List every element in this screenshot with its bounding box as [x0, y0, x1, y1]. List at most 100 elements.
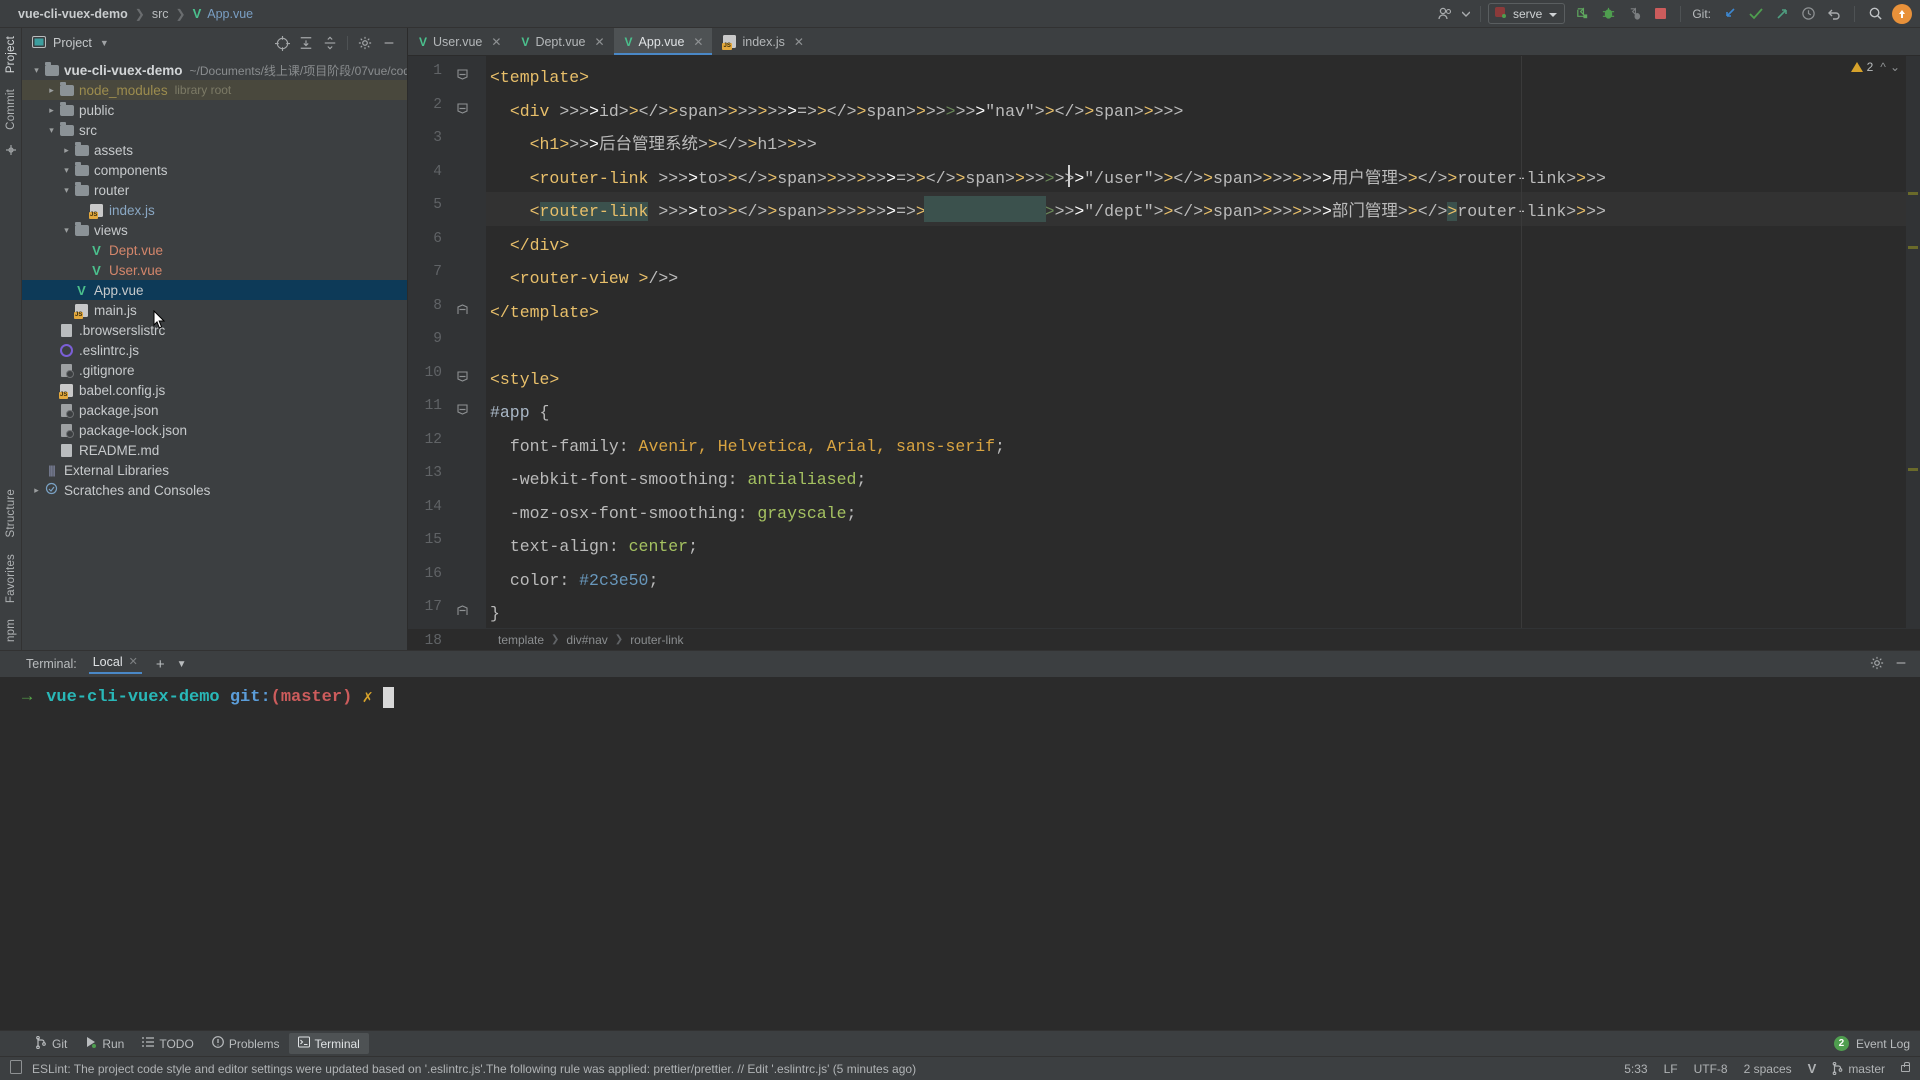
stripe-warning-mark[interactable]: [1908, 192, 1918, 195]
tree-item--eslintrc-js[interactable]: ▸.eslintrc.js: [22, 340, 407, 360]
tree-arrow-expanded[interactable]: ▾: [30, 65, 43, 76]
gear-icon[interactable]: [1870, 656, 1884, 673]
editor-breadcrumb-item[interactable]: router-link: [630, 633, 683, 647]
stripe-warning-mark[interactable]: [1908, 468, 1918, 471]
tool-window-button-run[interactable]: Run: [76, 1033, 133, 1054]
sidebar-tab-project[interactable]: Project: [2, 28, 20, 81]
tree-arrow-collapsed[interactable]: ▸: [60, 145, 73, 156]
git-history-icon[interactable]: [1795, 3, 1821, 25]
tree-item-app-vue[interactable]: ▸VApp.vue: [22, 280, 407, 300]
sidebar-tab-commit[interactable]: Commit: [2, 81, 20, 138]
tree-item-babel-config-js[interactable]: ▸babel.config.js: [22, 380, 407, 400]
tree-arrow-collapsed[interactable]: ▸: [45, 105, 58, 116]
breadcrumb-file[interactable]: App.vue: [207, 7, 253, 21]
scroll-from-source-icon[interactable]: [270, 32, 294, 54]
chevron-up-icon[interactable]: ^: [1880, 60, 1886, 74]
hide-panel-icon[interactable]: [377, 32, 401, 54]
editor-breadcrumb-item[interactable]: div#nav: [566, 633, 607, 647]
error-stripe[interactable]: [1906, 56, 1920, 628]
code-fold-toggle[interactable]: [457, 604, 468, 615]
collapse-all-icon[interactable]: [318, 32, 342, 54]
lock-icon[interactable]: [1901, 1062, 1910, 1072]
tool-window-bar[interactable]: Git Run TODO Problems Terminal 2 Event Log: [0, 1030, 1920, 1056]
editor-gutter[interactable]: 1 2 3 4 5 6 7 8 9 10 11 12 13 14 15 16 17 18: [408, 56, 486, 649]
tree-item-dept-vue[interactable]: ▸VDept.vue: [22, 240, 407, 260]
tree-item-scratches-and-consoles[interactable]: ▸ Scratches and Consoles: [22, 480, 407, 500]
editor-tab-user-vue[interactable]: V User.vue ✕: [408, 28, 510, 55]
chevron-down-icon[interactable]: ▼: [177, 659, 187, 670]
tool-window-button-todo[interactable]: TODO: [133, 1033, 202, 1054]
tree-item-vue-cli-vuex-demo[interactable]: ▾ vue-cli-vuex-demo ~/Documents/线上课/项目阶段/0…: [22, 60, 407, 80]
inspection-warning-badge[interactable]: 2 ^ ⌄: [1850, 60, 1900, 74]
tree-item-package-json[interactable]: ▸package.json: [22, 400, 407, 420]
tree-arrow-collapsed[interactable]: ▸: [30, 485, 43, 496]
tree-arrow-collapsed[interactable]: ▸: [45, 85, 58, 96]
tree-arrow-expanded[interactable]: ▾: [60, 165, 73, 176]
close-icon[interactable]: ✕: [693, 35, 703, 49]
file-encoding[interactable]: UTF-8: [1694, 1062, 1728, 1076]
notification-icon[interactable]: [10, 1060, 22, 1077]
tree-item-readme-md[interactable]: ▸README.md: [22, 440, 407, 460]
code-fold-toggle[interactable]: [457, 68, 468, 80]
breadcrumb-src[interactable]: src: [152, 7, 169, 21]
debug-button[interactable]: [1595, 3, 1621, 25]
tree-item-external-libraries[interactable]: ▸|||External Libraries: [22, 460, 407, 480]
close-icon[interactable]: ✕: [129, 655, 138, 668]
run-configuration-selector[interactable]: serve: [1487, 3, 1566, 24]
tree-arrow-expanded[interactable]: ▾: [60, 225, 73, 236]
sidebar-tab-structure[interactable]: Structure: [2, 481, 20, 545]
tree-item-package-lock-json[interactable]: ▸package-lock.json: [22, 420, 407, 440]
editor-tabs[interactable]: V User.vue ✕ V Dept.vue ✕ V App.vue ✕ index.js ✕: [408, 28, 1920, 56]
tree-item-assets[interactable]: ▸ assets: [22, 140, 407, 160]
tree-item-components[interactable]: ▾ components: [22, 160, 407, 180]
close-icon[interactable]: ✕: [594, 35, 604, 49]
stripe-warning-mark[interactable]: [1908, 246, 1918, 249]
git-rollback-icon[interactable]: [1821, 3, 1847, 25]
tree-item-node-modules[interactable]: ▸ node_modules library root: [22, 80, 407, 100]
code-fold-toggle[interactable]: [457, 102, 468, 114]
tool-window-button-problems[interactable]: Problems: [203, 1033, 289, 1054]
git-push-icon[interactable]: [1769, 3, 1795, 25]
breadcrumb-project[interactable]: vue-cli-vuex-demo: [18, 7, 128, 21]
close-icon[interactable]: ✕: [794, 35, 804, 49]
chevron-down-icon[interactable]: ▼: [100, 38, 109, 48]
tree-item-views[interactable]: ▾ views: [22, 220, 407, 240]
code-fold-toggle[interactable]: [457, 403, 468, 415]
expand-all-icon[interactable]: [294, 32, 318, 54]
line-separator[interactable]: LF: [1664, 1062, 1678, 1076]
gear-icon[interactable]: [353, 32, 377, 54]
user-accounts-icon[interactable]: [1433, 3, 1459, 25]
close-icon[interactable]: ✕: [491, 35, 501, 49]
run-button[interactable]: [1569, 3, 1595, 25]
code-fold-toggle[interactable]: [457, 370, 468, 382]
tree-item-router[interactable]: ▾ router: [22, 180, 407, 200]
tool-window-button-terminal[interactable]: Terminal: [288, 1033, 369, 1054]
terminal-body[interactable]: → vue-cli-vuex-demo git: (master) ✗: [0, 677, 1920, 1030]
tree-item-src[interactable]: ▾ src: [22, 120, 407, 140]
avatar[interactable]: [1892, 3, 1912, 24]
stop-button[interactable]: [1647, 3, 1673, 25]
editor-tab-index-js[interactable]: index.js ✕: [712, 28, 812, 55]
code-content[interactable]: <template> <div >>>>id>></>>span>>>>>>>>…: [486, 56, 1920, 628]
tree-item-index-js[interactable]: ▸index.js: [22, 200, 407, 220]
add-terminal-icon[interactable]: +: [156, 656, 165, 673]
editor-tab-app-vue[interactable]: V App.vue ✕: [613, 28, 713, 55]
editor-tab-dept-vue[interactable]: V Dept.vue ✕: [510, 28, 613, 55]
editor-breadcrumbs[interactable]: template ❯ div#nav ❯ router-link: [408, 628, 1920, 650]
indent-setting[interactable]: 2 spaces: [1744, 1062, 1792, 1076]
event-log-button[interactable]: Event Log: [1856, 1037, 1910, 1051]
git-branch-widget[interactable]: master: [1832, 1062, 1885, 1076]
pull-requests-icon[interactable]: [5, 144, 17, 156]
tool-window-button-git[interactable]: Git: [26, 1033, 76, 1055]
search-icon[interactable]: [1862, 3, 1888, 25]
tree-item-main-js[interactable]: ▸main.js: [22, 300, 407, 320]
caret-position[interactable]: 5:33: [1624, 1062, 1647, 1076]
sidebar-tab-favorites[interactable]: Favorites: [2, 546, 20, 611]
tree-item--gitignore[interactable]: ▸.gitignore: [22, 360, 407, 380]
editor-area[interactable]: 1 2 3 4 5 6 7 8 9 10 11 12 13 14 15 16 17 18 <template> <…: [408, 56, 1920, 649]
terminal-tab-local[interactable]: Local ✕: [88, 655, 142, 674]
hide-panel-icon[interactable]: [1894, 656, 1908, 673]
sidebar-tab-npm[interactable]: npm: [2, 611, 20, 650]
tree-item-public[interactable]: ▸ public: [22, 100, 407, 120]
git-update-icon[interactable]: [1717, 3, 1743, 25]
